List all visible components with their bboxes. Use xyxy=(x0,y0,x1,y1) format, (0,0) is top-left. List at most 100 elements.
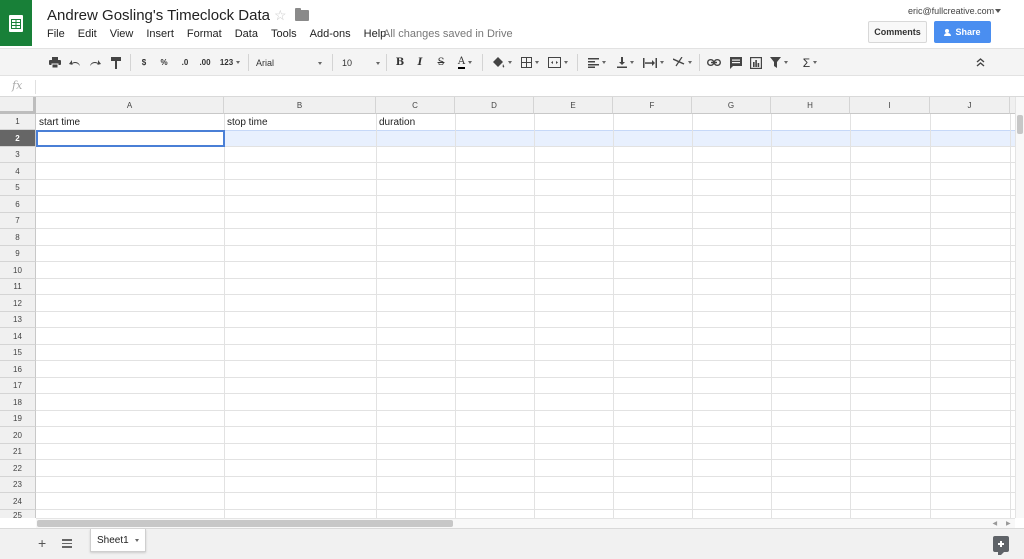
increase-decimals-button[interactable]: .00 xyxy=(197,55,213,70)
bold-button[interactable]: B xyxy=(394,55,406,70)
row-header-9[interactable]: 9 xyxy=(0,246,36,262)
row-header-22[interactable]: 22 xyxy=(0,460,36,477)
horizontal-align-button[interactable] xyxy=(585,55,609,70)
column-header-e[interactable]: E xyxy=(534,97,613,114)
sheets-logo-icon[interactable] xyxy=(0,0,32,46)
paint-format-icon[interactable] xyxy=(109,55,123,70)
insert-link-icon[interactable] xyxy=(706,55,722,70)
row-header-15[interactable]: 15 xyxy=(0,345,36,361)
collapse-menus-icon[interactable] xyxy=(973,55,987,70)
row-header-11[interactable]: 11 xyxy=(0,279,36,295)
menu-add-ons[interactable]: Add-ons xyxy=(310,28,351,40)
account-caret-icon[interactable] xyxy=(995,9,1001,13)
comments-button[interactable]: Comments xyxy=(868,21,927,43)
scroll-right-icon[interactable]: ▶ xyxy=(1006,520,1011,527)
column-header-g[interactable]: G xyxy=(692,97,771,114)
row-header-21[interactable]: 21 xyxy=(0,444,36,460)
horizontal-scroll-thumb[interactable] xyxy=(37,520,453,527)
all-sheets-icon[interactable] xyxy=(62,539,72,548)
row-header-7[interactable]: 7 xyxy=(0,213,36,229)
row-header-23[interactable]: 23 xyxy=(0,477,36,493)
font-family-select[interactable]: Arial xyxy=(256,53,322,72)
row-header-17[interactable]: 17 xyxy=(0,378,36,394)
formula-input[interactable] xyxy=(44,81,1004,94)
insert-comment-icon[interactable] xyxy=(728,55,744,70)
account-email[interactable]: eric@fullcreative.com xyxy=(908,6,994,16)
filter-button[interactable] xyxy=(767,55,791,70)
menu-insert[interactable]: Insert xyxy=(146,28,174,40)
text-wrapping-button[interactable] xyxy=(640,55,666,70)
share-button[interactable]: Share xyxy=(934,21,991,43)
vertical-scrollbar[interactable] xyxy=(1015,97,1024,518)
borders-button[interactable] xyxy=(518,55,542,70)
toolbar-divider xyxy=(699,54,700,71)
row-header-20[interactable]: 20 xyxy=(0,427,36,444)
text-rotation-button[interactable] xyxy=(670,55,694,70)
column-header-h[interactable]: H xyxy=(771,97,850,114)
document-title[interactable]: Andrew Gosling's Timeclock Data xyxy=(47,7,270,24)
column-header-d[interactable]: D xyxy=(455,97,534,114)
redo-icon[interactable] xyxy=(88,55,102,70)
menu-tools[interactable]: Tools xyxy=(271,28,297,40)
merge-cells-button[interactable] xyxy=(545,55,571,70)
chevron-down-icon[interactable] xyxy=(135,539,139,542)
text-color-label: A xyxy=(457,56,466,69)
horizontal-scrollbar[interactable] xyxy=(36,518,1015,528)
row-header-3[interactable]: 3 xyxy=(0,147,36,163)
sheet-tab-sheet1[interactable]: Sheet1 xyxy=(90,529,146,552)
vertical-align-button[interactable] xyxy=(613,55,637,70)
print-icon[interactable] xyxy=(48,55,62,70)
spreadsheet-grid[interactable]: A B C D E F G H I J 1 2 3 4 5 6 7 8 9 10… xyxy=(0,97,1015,518)
row-header-19[interactable]: 19 xyxy=(0,411,36,427)
number-format-dropdown[interactable]: 123 xyxy=(217,55,243,70)
currency-format-button[interactable]: $ xyxy=(138,55,150,70)
cell-c1[interactable]: duration xyxy=(379,117,415,128)
text-color-button[interactable]: A xyxy=(453,55,477,70)
column-header-i[interactable]: I xyxy=(850,97,930,114)
row-header-2[interactable]: 2 xyxy=(0,130,36,147)
folder-icon[interactable] xyxy=(295,8,309,21)
insert-chart-icon[interactable] xyxy=(748,55,764,70)
column-header-j[interactable]: J xyxy=(930,97,1010,114)
row-header-6[interactable]: 6 xyxy=(0,196,36,213)
row-header-12[interactable]: 12 xyxy=(0,295,36,312)
active-cell-a2[interactable] xyxy=(36,130,225,147)
row-header-16[interactable]: 16 xyxy=(0,361,36,378)
decrease-decimals-button[interactable]: .0 xyxy=(178,55,192,70)
font-size-select[interactable]: 10 xyxy=(342,53,380,72)
star-icon[interactable]: ☆ xyxy=(274,7,287,24)
row-header-14[interactable]: 14 xyxy=(0,328,36,345)
menu-data[interactable]: Data xyxy=(235,28,258,40)
save-status[interactable]: All changes saved in Drive xyxy=(383,28,513,40)
select-all-corner[interactable] xyxy=(0,97,36,114)
italic-button[interactable]: I xyxy=(414,55,426,70)
percent-format-button[interactable]: % xyxy=(157,55,171,70)
fill-color-button[interactable] xyxy=(490,55,514,70)
row-header-13[interactable]: 13 xyxy=(0,312,36,328)
add-sheet-icon[interactable]: + xyxy=(38,535,46,551)
row-header-4[interactable]: 4 xyxy=(0,163,36,180)
row-header-24[interactable]: 24 xyxy=(0,493,36,510)
explore-icon[interactable] xyxy=(993,536,1009,555)
column-header-b[interactable]: B xyxy=(224,97,376,114)
undo-icon[interactable] xyxy=(68,55,82,70)
row-header-8[interactable]: 8 xyxy=(0,229,36,246)
row-header-1[interactable]: 1 xyxy=(0,114,36,130)
row-header-18[interactable]: 18 xyxy=(0,394,36,411)
row-header-10[interactable]: 10 xyxy=(0,262,36,279)
vertical-scroll-thumb[interactable] xyxy=(1017,115,1023,134)
cell-a1[interactable]: start time xyxy=(39,117,80,128)
column-header-c[interactable]: C xyxy=(376,97,455,114)
row-header-5[interactable]: 5 xyxy=(0,180,36,196)
row-header-25[interactable]: 25 xyxy=(0,510,36,518)
menu-edit[interactable]: Edit xyxy=(78,28,97,40)
cell-b1[interactable]: stop time xyxy=(227,117,268,128)
menu-view[interactable]: View xyxy=(110,28,134,40)
column-header-a[interactable]: A xyxy=(36,97,224,114)
strikethrough-button[interactable]: S xyxy=(435,55,447,70)
column-header-f[interactable]: F xyxy=(613,97,692,114)
menu-file[interactable]: File xyxy=(47,28,65,40)
scroll-left-icon[interactable]: ◀ xyxy=(992,520,997,527)
functions-button[interactable]: Σ xyxy=(798,55,822,70)
menu-format[interactable]: Format xyxy=(187,28,222,40)
